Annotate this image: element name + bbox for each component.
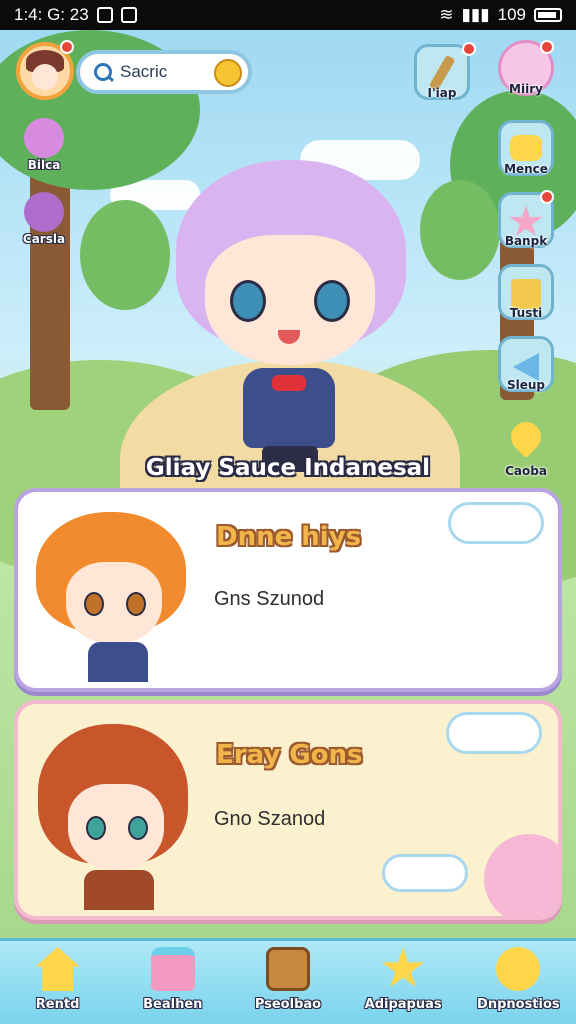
signal-icon: ▮▮▮ bbox=[461, 5, 490, 24]
chat-icon bbox=[496, 947, 541, 991]
card-character-eye bbox=[126, 592, 146, 616]
star-icon bbox=[382, 947, 425, 988]
cloud-decoration bbox=[446, 712, 542, 754]
nav-label: Adipapuas bbox=[364, 997, 442, 1012]
pink-creature-icon bbox=[24, 118, 64, 158]
nav-chest[interactable]: Pseolbao bbox=[238, 947, 338, 1012]
card-subtitle: Gns Szunod bbox=[214, 588, 325, 610]
right-menu-label: Banpk bbox=[504, 234, 548, 248]
card-subtitle: Gno Szanod bbox=[214, 808, 326, 830]
right-menu-label: Mence bbox=[504, 162, 548, 176]
card-character-face bbox=[66, 562, 162, 644]
search-label: Sacric bbox=[120, 62, 168, 81]
coin-icon[interactable] bbox=[214, 59, 242, 87]
card-title: Dnne hiys bbox=[216, 522, 362, 552]
left-menu-bilca[interactable]: Bilca bbox=[16, 118, 72, 172]
wifi-icon: ≋ bbox=[439, 5, 454, 24]
left-menu-carsla[interactable]: Carsla bbox=[16, 192, 72, 246]
avatar-notification-dot bbox=[540, 40, 554, 54]
left-menu-label: Carsla bbox=[22, 232, 66, 246]
right-menu-label: I'iap bbox=[427, 86, 457, 100]
cloud-decoration bbox=[448, 502, 544, 544]
gallery-icon bbox=[96, 7, 113, 23]
home-icon bbox=[35, 947, 80, 991]
right-menu-label: Sleup bbox=[506, 378, 546, 392]
card-character-eye bbox=[84, 592, 104, 616]
right-menu-mence[interactable]: Mence bbox=[496, 120, 556, 176]
card-character-eye bbox=[86, 816, 106, 840]
tree-canopy bbox=[420, 180, 500, 280]
battery-icon bbox=[534, 8, 562, 22]
status-bar: 1:4: G: 23 ≋ ▮▮▮ 109 bbox=[0, 0, 576, 30]
nav-chat[interactable]: Dnpnostios bbox=[468, 947, 568, 1012]
purple-creature-icon bbox=[24, 192, 64, 232]
right-menu-tusti[interactable]: Tusti bbox=[496, 264, 556, 320]
search-icon bbox=[92, 61, 114, 83]
card-title: Eray Gons bbox=[216, 740, 363, 770]
card-character-body bbox=[88, 642, 148, 682]
character-card[interactable]: Eray Gons Gno Szanod bbox=[14, 700, 562, 920]
bottom-nav: Rentd Bealhen Pseolbao Adipapuas Dnpnost… bbox=[0, 938, 576, 1024]
right-menu-label: Tusti bbox=[509, 306, 543, 320]
status-time: 1:4: G: 23 bbox=[14, 5, 89, 24]
close-badge-icon[interactable] bbox=[462, 42, 476, 56]
tree-canopy bbox=[80, 200, 170, 310]
nav-label: Bealhen bbox=[143, 997, 203, 1012]
main-character-eye bbox=[314, 280, 350, 322]
avatar-face bbox=[32, 64, 58, 90]
battery-level: 109 bbox=[497, 5, 526, 24]
chest-icon bbox=[265, 947, 310, 991]
nav-star[interactable]: Adipapuas bbox=[353, 947, 453, 1012]
nav-home[interactable]: Rentd bbox=[8, 947, 108, 1012]
download-icon bbox=[120, 7, 137, 23]
character-card[interactable]: Dnne hiys Gns Szunod bbox=[14, 488, 562, 692]
card-character-eye bbox=[128, 816, 148, 840]
main-character-eye bbox=[230, 280, 266, 322]
nav-label: Rentd bbox=[35, 997, 80, 1012]
right-menu-sleup[interactable]: Sleup bbox=[496, 336, 556, 392]
nav-label: Pseolbao bbox=[254, 997, 322, 1012]
avatar-notification-dot bbox=[60, 40, 74, 54]
right-menu-label: Miiry bbox=[509, 82, 543, 96]
nav-bag[interactable]: Bealhen bbox=[123, 947, 223, 1012]
main-character-bow bbox=[272, 375, 306, 391]
search-bar[interactable]: Sacric bbox=[76, 50, 252, 94]
card-character-face bbox=[68, 784, 164, 870]
scene-caption: Gliay Sauce Indanesal bbox=[145, 455, 431, 481]
bag-icon bbox=[150, 947, 195, 991]
nav-label: Dnpnostios bbox=[477, 997, 560, 1012]
plus-badge-icon bbox=[540, 190, 554, 204]
left-menu-label: Bilca bbox=[27, 158, 61, 172]
pink-cloud-creature-icon bbox=[484, 834, 558, 916]
card-character-body bbox=[84, 870, 154, 910]
cloud-decoration bbox=[382, 854, 468, 892]
right-menu-label: Caoba bbox=[505, 464, 547, 478]
right-menu-caoba[interactable]: Caoba bbox=[496, 410, 556, 478]
